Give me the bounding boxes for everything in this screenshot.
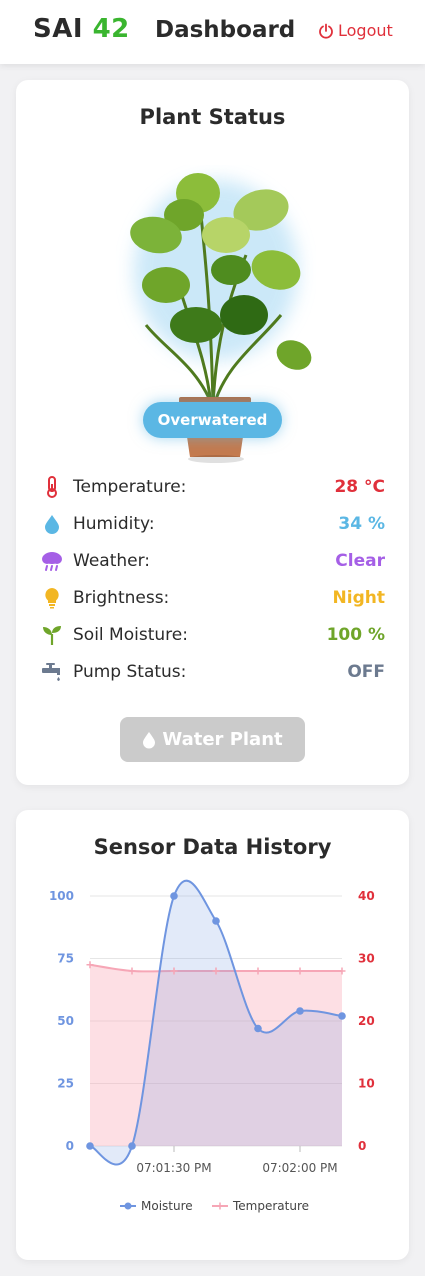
moisture-point bbox=[338, 1012, 346, 1020]
legend-moisture-label: Moisture bbox=[141, 1199, 193, 1213]
sensor-history-title: Sensor Data History bbox=[93, 835, 332, 859]
moisture-point bbox=[254, 1024, 262, 1033]
x-tick-label: 07:02:00 PM bbox=[262, 1161, 337, 1175]
soil-moisture-label: Soil Moisture: bbox=[73, 624, 188, 645]
water-drop-icon bbox=[143, 731, 156, 748]
brand-logo[interactable]: SAI 42 bbox=[33, 14, 130, 44]
x-tick-label: 07:01:30 PM bbox=[136, 1161, 211, 1175]
humidity-row: Humidity: 34 % bbox=[40, 505, 385, 542]
y-right-tick-label: 0 bbox=[358, 1139, 366, 1153]
temperature-value: 28 °C bbox=[334, 476, 385, 497]
logout-label: Logout bbox=[338, 21, 393, 40]
sensor-history-card: Sensor Data History 0 25 50 75 100 0 10 20 30 40 0… bbox=[16, 810, 409, 1260]
moisture-point bbox=[212, 917, 220, 925]
soil-moisture-value: 100 % bbox=[326, 624, 385, 645]
moisture-point bbox=[170, 892, 178, 900]
weather-row: Weather: Clear bbox=[40, 542, 385, 579]
brightness-label: Brightness: bbox=[73, 587, 170, 608]
y-right-tick-label: 40 bbox=[358, 889, 375, 903]
seedling-icon bbox=[40, 623, 64, 647]
humidity-label: Humidity: bbox=[73, 513, 155, 534]
y-right-tick-label: 10 bbox=[358, 1077, 375, 1091]
sensor-readings-list: Temperature: 28 °C Humidity: 34 % Weathe… bbox=[40, 468, 385, 690]
plant-status-card: Plant Status Overwatered Temperature: 28… bbox=[16, 80, 409, 785]
plant-status-title: Plant Status bbox=[139, 105, 286, 129]
legend-moisture-marker bbox=[124, 1202, 132, 1210]
soil-moisture-row: Soil Moisture: 100 % bbox=[40, 616, 385, 653]
brightness-value: Night bbox=[332, 587, 385, 608]
power-icon bbox=[319, 23, 333, 39]
thermometer-icon bbox=[40, 475, 64, 499]
faucet-icon bbox=[40, 660, 64, 684]
temperature-label: Temperature: bbox=[73, 476, 187, 497]
pump-status-row: Pump Status: OFF bbox=[40, 653, 385, 690]
brightness-row: Brightness: Night bbox=[40, 579, 385, 616]
legend-temperature-label: Temperature bbox=[232, 1199, 309, 1213]
logout-button[interactable]: Logout bbox=[318, 21, 393, 40]
brand-text: SAI bbox=[33, 14, 84, 44]
water-drop-icon bbox=[40, 512, 64, 536]
pump-status-label: Pump Status: bbox=[73, 661, 187, 682]
y-left-tick-label: 0 bbox=[66, 1139, 74, 1153]
y-right-tick-label: 30 bbox=[358, 952, 375, 966]
plant-status-badge: Overwatered bbox=[143, 402, 282, 438]
legend-temperature-marker bbox=[216, 1202, 224, 1210]
water-plant-label: Water Plant bbox=[162, 729, 283, 750]
brand-number: 42 bbox=[92, 14, 130, 44]
y-right-tick-label: 20 bbox=[358, 1014, 375, 1028]
rain-cloud-icon bbox=[40, 549, 64, 573]
pump-status-value: OFF bbox=[347, 661, 385, 682]
y-left-tick-label: 25 bbox=[57, 1077, 74, 1091]
humidity-value: 34 % bbox=[338, 513, 385, 534]
y-left-tick-label: 50 bbox=[57, 1014, 74, 1028]
y-left-tick-label: 100 bbox=[49, 889, 74, 903]
moisture-point bbox=[296, 1007, 304, 1015]
water-plant-button[interactable]: Water Plant bbox=[120, 717, 305, 762]
weather-value: Clear bbox=[335, 550, 385, 571]
sensor-history-chart: 0 25 50 75 100 0 10 20 30 40 07:01:30 PM 07:02:00 P… bbox=[49, 879, 375, 1213]
y-left-tick-label: 75 bbox=[57, 952, 74, 966]
lightbulb-icon bbox=[40, 586, 64, 610]
temperature-row: Temperature: 28 °C bbox=[40, 468, 385, 505]
weather-label: Weather: bbox=[73, 550, 151, 571]
moisture-point bbox=[128, 1142, 136, 1150]
moisture-point bbox=[86, 1142, 94, 1150]
top-bar: SAI 42 Dashboard Logout bbox=[0, 0, 425, 64]
page-title: Dashboard bbox=[155, 17, 296, 43]
